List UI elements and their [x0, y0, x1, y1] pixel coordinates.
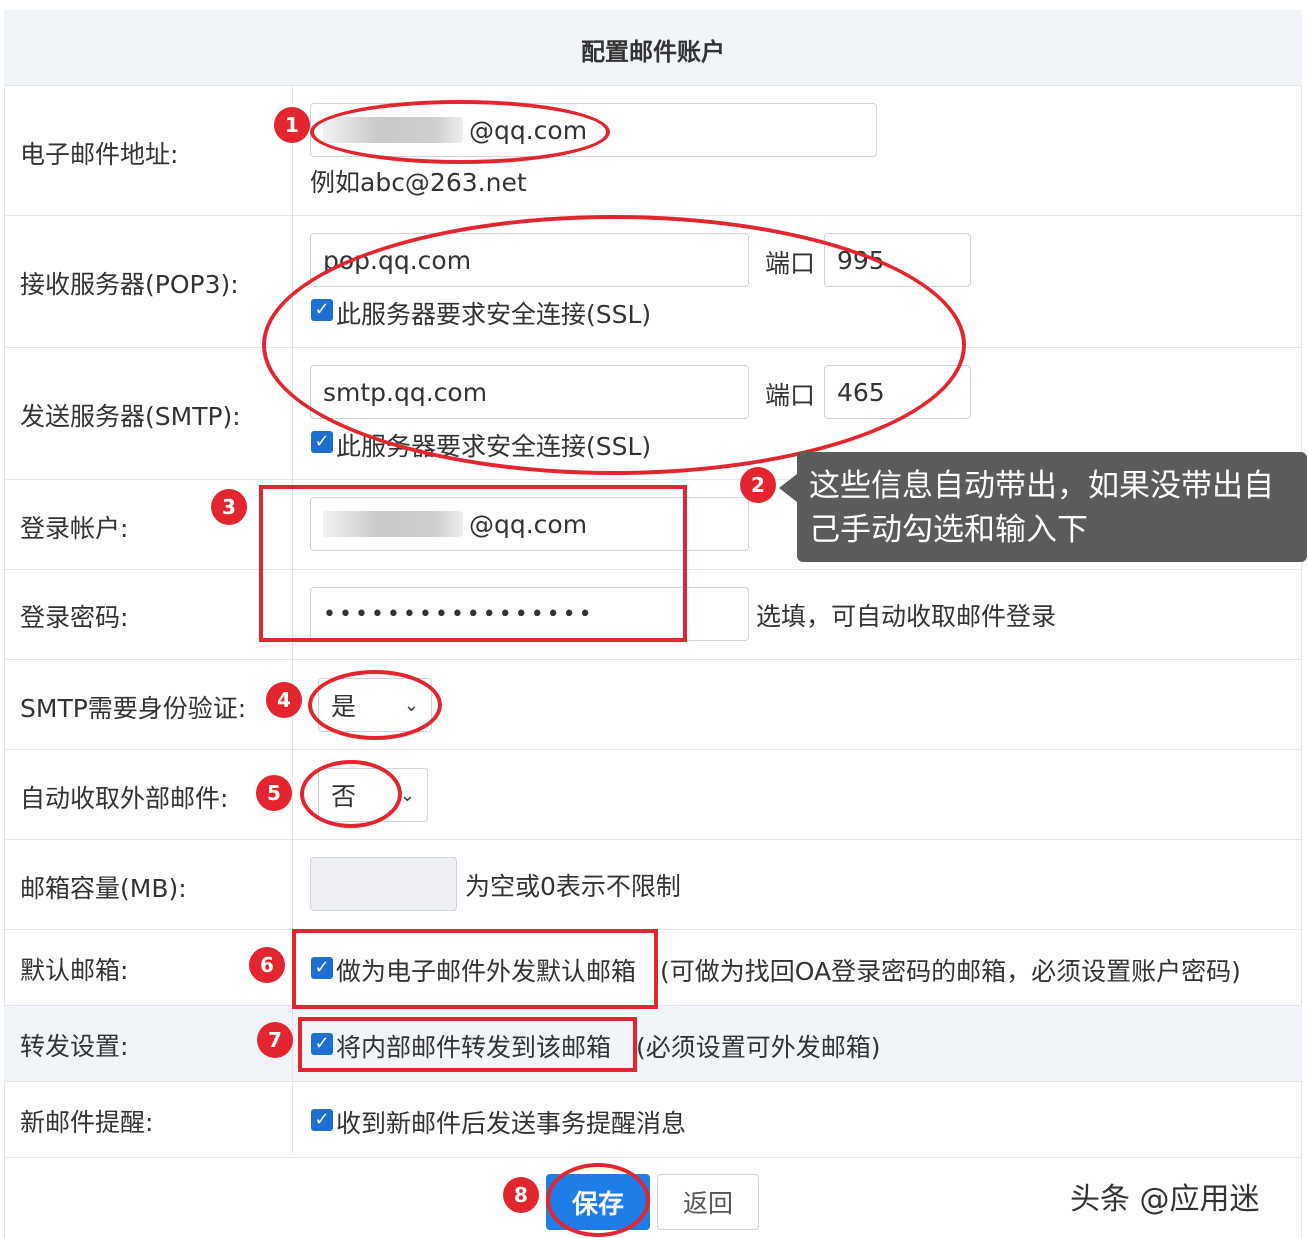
- default-mailbox-check-label: 做为电子邮件外发默认邮箱: [336, 957, 637, 986]
- annotation-badge-2: 2: [740, 467, 776, 503]
- default-mailbox-label: 默认邮箱:: [20, 956, 129, 985]
- watermark: 头条 @应用迷: [1070, 1182, 1260, 1217]
- new-mail-label: 新邮件提醒:: [20, 1108, 154, 1137]
- annotation-badge-7: 7: [257, 1022, 293, 1058]
- pop3-port-value: 995: [837, 245, 885, 275]
- login-account-input[interactable]: @qq.com: [310, 497, 749, 551]
- login-password-label: 登录密码:: [20, 603, 129, 632]
- forward-check-label: 将内部邮件转发到该邮箱: [336, 1033, 612, 1062]
- login-password-input[interactable]: •••••••••••••••••: [310, 587, 749, 641]
- smtp-auth-select[interactable]: 是 ⌄: [318, 678, 432, 732]
- save-button[interactable]: 保存: [546, 1174, 650, 1230]
- smtp-auth-label: SMTP需要身份验证:: [20, 694, 247, 723]
- back-button[interactable]: 返回: [657, 1174, 759, 1230]
- email-domain: @qq.com: [469, 115, 588, 145]
- redacted-username: [323, 117, 463, 143]
- chevron-down-icon: ⌄: [399, 784, 415, 806]
- capacity-input[interactable]: [310, 857, 457, 911]
- page-title: 配置邮件账户: [581, 38, 725, 66]
- smtp-ssl-checkbox[interactable]: ✓: [311, 431, 333, 453]
- capacity-hint: 为空或0表示不限制: [465, 872, 681, 901]
- email-hint: 例如abc@263.net: [310, 168, 527, 197]
- email-input[interactable]: @qq.com: [310, 103, 877, 157]
- capacity-label: 邮箱容量(MB):: [20, 874, 187, 903]
- pop3-port-label: 端口: [765, 249, 816, 278]
- login-account-domain: @qq.com: [469, 509, 588, 539]
- forward-checkbox[interactable]: ✓: [311, 1033, 333, 1055]
- smtp-server-value: smtp.qq.com: [323, 377, 488, 407]
- smtp-port-label: 端口: [765, 381, 816, 410]
- login-account-label: 登录帐户:: [20, 514, 129, 543]
- annotation-badge-1: 1: [274, 107, 310, 143]
- redacted-account: [323, 511, 463, 537]
- smtp-server-input[interactable]: smtp.qq.com: [310, 365, 749, 419]
- smtp-port-value: 465: [837, 377, 885, 407]
- annotation-badge-4: 4: [266, 682, 302, 718]
- auto-fetch-select[interactable]: 否 ⌄: [318, 768, 428, 822]
- new-mail-checkbox[interactable]: ✓: [311, 1109, 333, 1131]
- pop3-server-input[interactable]: pop.qq.com: [310, 233, 749, 287]
- default-mailbox-note: (可做为找回OA登录密码的邮箱，必须设置账户密码): [660, 957, 1241, 986]
- default-mailbox-checkbox[interactable]: ✓: [311, 957, 333, 979]
- email-label: 电子邮件地址:: [20, 140, 179, 169]
- pop3-label: 接收服务器(POP3):: [20, 270, 239, 299]
- annotation-badge-3: 3: [211, 489, 247, 525]
- annotation-badge-8: 8: [503, 1177, 539, 1213]
- auto-fetch-value: 否: [331, 782, 357, 811]
- chevron-down-icon: ⌄: [403, 694, 419, 716]
- auto-fetch-label: 自动收取外部邮件:: [20, 784, 229, 813]
- smtp-port-input[interactable]: 465: [824, 365, 971, 419]
- pop3-port-input[interactable]: 995: [824, 233, 971, 287]
- annotation-badge-6: 6: [249, 947, 285, 983]
- annotation-tooltip: 这些信息自动带出，如果没带出自己手动勾选和输入下: [779, 452, 1307, 562]
- form-header: 配置邮件账户: [4, 10, 1302, 85]
- password-mask: •••••••••••••••••: [323, 601, 595, 627]
- pop3-ssl-checkbox[interactable]: ✓: [311, 299, 333, 321]
- new-mail-check-label: 收到新邮件后发送事务提醒消息: [336, 1109, 687, 1138]
- pop3-server-value: pop.qq.com: [323, 245, 472, 275]
- pop3-ssl-label: 此服务器要求安全连接(SSL): [336, 300, 652, 329]
- column-divider: [292, 85, 293, 1155]
- annotation-badge-5: 5: [256, 775, 292, 811]
- login-password-hint: 选填，可自动收取邮件登录: [756, 602, 1057, 631]
- forward-note: (必须设置可外发邮箱): [636, 1033, 881, 1062]
- smtp-auth-value: 是: [331, 692, 357, 721]
- smtp-label: 发送服务器(SMTP):: [20, 402, 241, 431]
- forward-label: 转发设置:: [20, 1032, 129, 1061]
- smtp-ssl-label: 此服务器要求安全连接(SSL): [336, 432, 652, 461]
